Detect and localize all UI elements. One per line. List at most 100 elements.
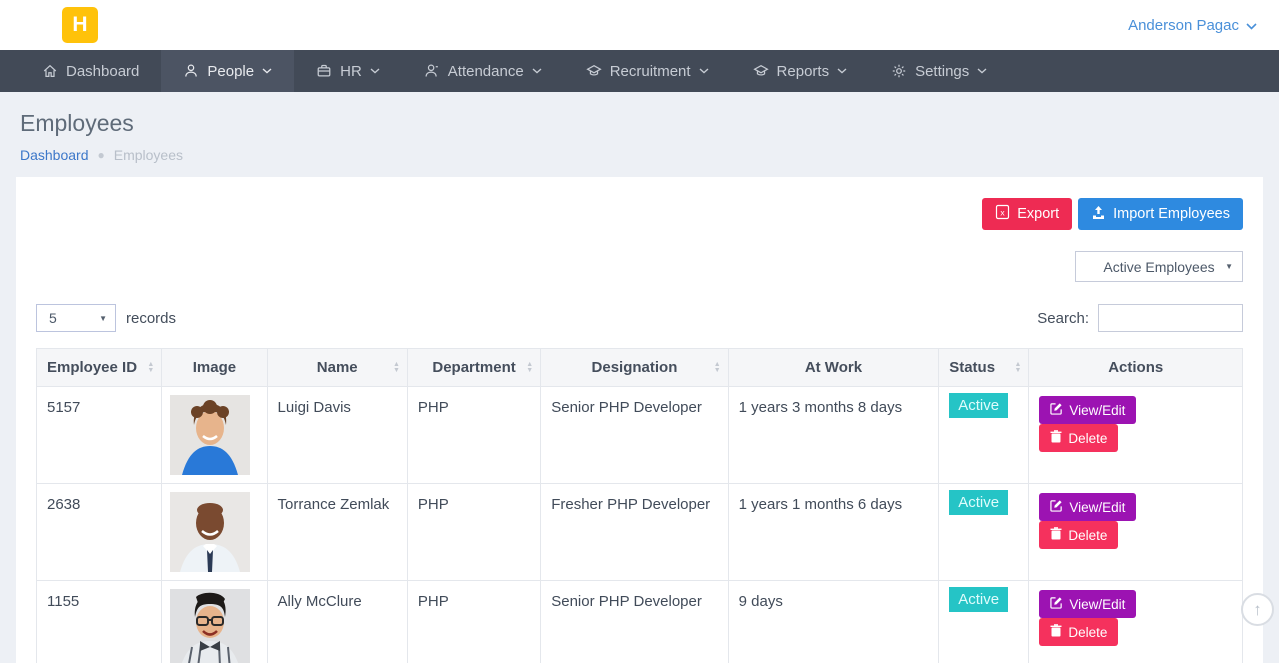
topbar: H Anderson Pagac [0,0,1279,50]
excel-file-icon: x [995,204,1010,224]
chevron-down-icon [532,68,542,74]
breadcrumb-separator: ● [98,148,105,162]
page-title: Employees [20,110,1259,137]
nav-label: Recruitment [610,63,691,80]
status-badge: Active [949,393,1008,418]
cell-at-work: 1 years 3 months 8 days [728,387,939,484]
nav-item-attendance[interactable]: Attendance [402,50,564,92]
edit-icon [1050,402,1063,418]
export-label: Export [1017,206,1059,222]
arrow-up-icon: ↑ [1253,600,1262,620]
table-row: 2638 Torrance Zemlak PHP Fresher PHP Dev… [37,484,1243,581]
cell-image [162,484,267,581]
sort-icon: ▲▼ [147,362,154,374]
employees-table: Employee ID ▲▼ Image Name ▲▼ Department … [36,348,1243,663]
column-header-name[interactable]: Name ▲▼ [267,349,407,387]
employee-filter-select[interactable]: Active Employees ▼ [1075,251,1243,282]
main-nav: Dashboard People HR Attendance Recrui [0,50,1279,92]
upload-icon [1091,205,1106,224]
filter-selected-value: Active Employees [1103,259,1214,275]
view-edit-button[interactable]: View/Edit [1039,396,1136,424]
column-header-actions: Actions [1029,349,1243,387]
column-header-employee-id[interactable]: Employee ID ▲▼ [37,349,162,387]
cell-department: PHP [407,581,540,663]
cell-status: Active [939,581,1029,663]
export-button[interactable]: x Export [982,198,1072,230]
import-employees-button[interactable]: Import Employees [1078,198,1243,230]
sort-icon: ▲▼ [526,362,533,374]
sort-icon: ▲▼ [714,362,721,374]
nav-item-recruitment[interactable]: Recruitment [564,50,731,92]
svg-text:x: x [1001,208,1006,218]
nav-item-reports[interactable]: Reports [731,50,870,92]
table-row: 5157 Luigi Davis PHP Senior PHP Develope… [37,387,1243,484]
dropdown-arrow-icon: ▼ [1225,262,1233,271]
sort-icon: ▲▼ [393,362,400,374]
user-menu[interactable]: Anderson Pagac [1128,0,1257,50]
search-input[interactable] [1098,304,1243,332]
cell-actions: View/Edit Delete [1029,484,1243,581]
nav-label: HR [340,63,362,80]
person-icon [424,63,440,79]
breadcrumb-dashboard-link[interactable]: Dashboard [20,147,89,163]
records-label: records [126,310,176,327]
nav-label: Reports [777,63,830,80]
column-header-image: Image [162,349,267,387]
cell-name: Ally McClure [267,581,407,663]
nav-label: Settings [915,63,969,80]
nav-item-people[interactable]: People [161,50,294,92]
app-logo[interactable]: H [62,7,98,43]
trash-icon [1050,624,1062,640]
breadcrumb: Dashboard ● Employees [20,147,1259,163]
breadcrumb-current: Employees [114,147,183,163]
nav-item-settings[interactable]: Settings [869,50,1009,92]
employee-photo [170,395,250,475]
chevron-down-icon [370,68,380,74]
chevron-down-icon [262,68,272,74]
delete-button[interactable]: Delete [1039,618,1118,646]
cell-designation: Senior PHP Developer [541,581,728,663]
nav-item-dashboard[interactable]: Dashboard [20,50,161,92]
cell-name: Torrance Zemlak [267,484,407,581]
table-header-row: Employee ID ▲▼ Image Name ▲▼ Department … [37,349,1243,387]
cell-status: Active [939,387,1029,484]
cell-designation: Fresher PHP Developer [541,484,728,581]
cell-name: Luigi Davis [267,387,407,484]
nav-item-hr[interactable]: HR [294,50,402,92]
column-header-status[interactable]: Status ▲▼ [939,349,1029,387]
records-selected-value: 5 [49,310,57,326]
employee-photo [170,492,250,572]
table-row: 1155 Ally [37,581,1243,663]
nav-label: Attendance [448,63,524,80]
cell-department: PHP [407,484,540,581]
import-label: Import Employees [1113,206,1230,222]
records-per-page-select[interactable]: 5 ▼ [36,304,116,332]
graduation-cap-icon [586,63,602,79]
nav-label: Dashboard [66,63,139,80]
status-badge: Active [949,490,1008,515]
column-header-designation[interactable]: Designation ▲▼ [541,349,728,387]
chevron-down-icon [837,68,847,74]
page-header: Employees Dashboard ● Employees [0,92,1279,177]
person-icon [183,63,199,79]
cell-designation: Senior PHP Developer [541,387,728,484]
view-edit-button[interactable]: View/Edit [1039,493,1136,521]
cell-actions: View/Edit Delete [1029,581,1243,663]
user-name: Anderson Pagac [1128,17,1239,34]
column-header-department[interactable]: Department ▲▼ [407,349,540,387]
delete-button[interactable]: Delete [1039,424,1118,452]
sort-icon: ▲▼ [1014,362,1021,374]
delete-button[interactable]: Delete [1039,521,1118,549]
nav-label: People [207,63,254,80]
trash-icon [1050,527,1062,543]
cell-status: Active [939,484,1029,581]
cell-actions: View/Edit Delete [1029,387,1243,484]
dropdown-arrow-icon: ▼ [99,314,107,323]
scroll-to-top-button[interactable]: ↑ [1241,593,1274,626]
employees-card: x Export Import Employees Active Employe… [16,177,1263,663]
gear-icon [891,63,907,79]
filter-row: Active Employees ▼ [36,251,1243,282]
edit-icon [1050,596,1063,612]
view-edit-button[interactable]: View/Edit [1039,590,1136,618]
toolbar: x Export Import Employees [36,198,1243,230]
